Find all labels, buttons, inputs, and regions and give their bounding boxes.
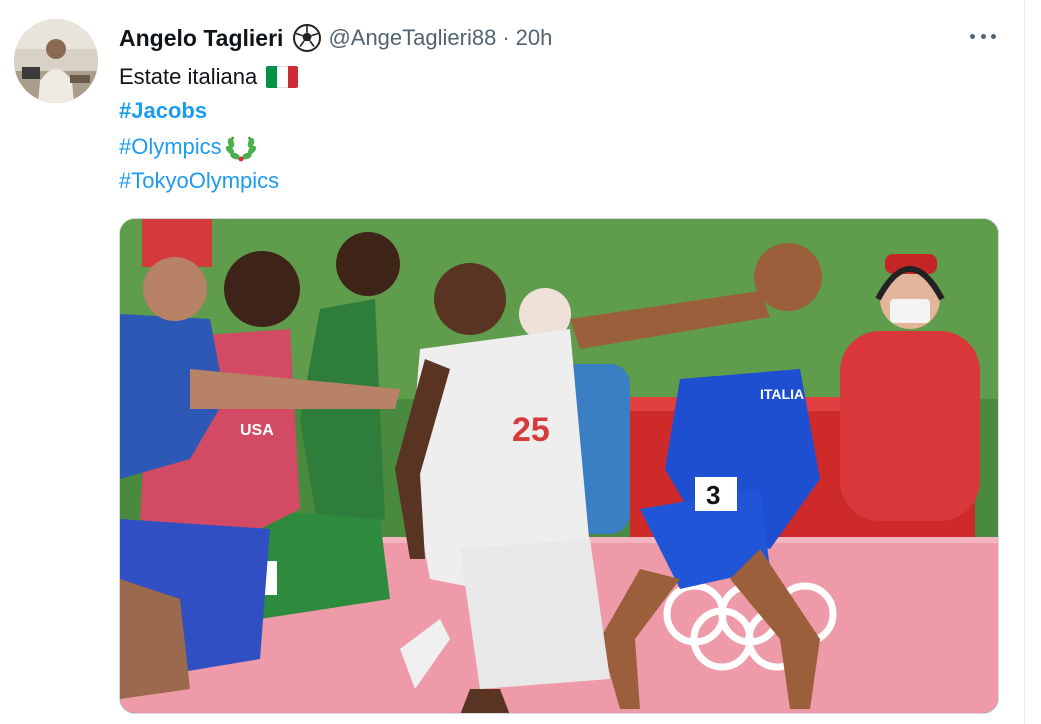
tweet-header: Angelo Taglieri @AngeTaglieri88 · 20h bbox=[119, 22, 552, 54]
jersey-text-usa: USA bbox=[240, 422, 274, 439]
column-divider bbox=[1024, 0, 1025, 724]
more-options-icon[interactable] bbox=[966, 26, 1000, 46]
soccer-ball-icon bbox=[292, 23, 322, 53]
separator-dot: · bbox=[502, 25, 510, 50]
laurel-wreath-icon bbox=[225, 131, 257, 163]
bib-number-3: 3 bbox=[706, 480, 720, 510]
italy-flag-icon bbox=[266, 66, 299, 88]
hashtag-tokyo-olympics[interactable]: #TokyoOlympics bbox=[119, 166, 279, 196]
tweet-photo[interactable]: GA 3 ITALIA bbox=[119, 218, 999, 714]
tweet-card[interactable]: Angelo Taglieri @AngeTaglieri88 · 20h Es… bbox=[0, 0, 1041, 724]
timestamp[interactable]: 20h bbox=[516, 25, 553, 51]
avatar[interactable] bbox=[14, 19, 98, 103]
hashtag-olympics[interactable]: #Olympics bbox=[119, 132, 222, 162]
display-name[interactable]: Angelo Taglieri bbox=[119, 25, 283, 52]
hashtag-line: #TokyoOlympics bbox=[119, 166, 279, 196]
hashtag-jacobs[interactable]: #Jacobs bbox=[119, 96, 207, 126]
hashtag-line: #Olympics bbox=[119, 131, 257, 163]
hashtag-line: #Jacobs bbox=[119, 96, 207, 126]
tweet-text: Estate italiana bbox=[119, 64, 258, 89]
author-handle[interactable]: @AngeTaglieri88 bbox=[328, 25, 496, 51]
tweet-text-line: Estate italiana bbox=[119, 62, 299, 92]
jersey-text-italia: ITALIA bbox=[760, 386, 804, 402]
bib-number-25: 25 bbox=[512, 411, 550, 449]
